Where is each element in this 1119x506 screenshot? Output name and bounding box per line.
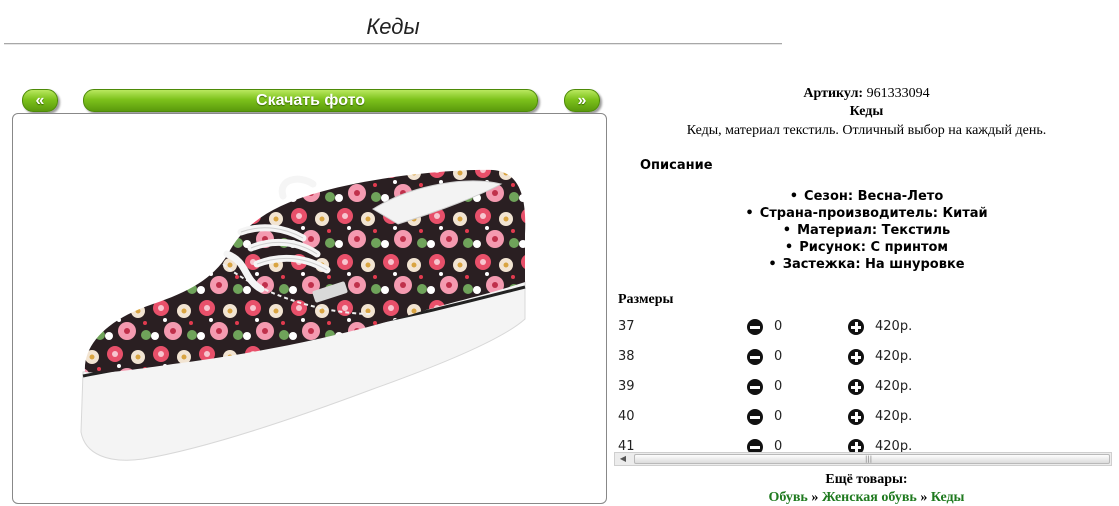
size-quantity: 0 xyxy=(774,379,783,394)
horizontal-scrollbar[interactable]: ◀ ||| xyxy=(614,452,1112,466)
sku-label: Артикул: xyxy=(803,86,864,101)
size-price: 420р. xyxy=(875,319,913,334)
product-photo[interactable] xyxy=(12,113,607,504)
scrollbar-thumb[interactable]: ||| xyxy=(634,454,1110,464)
size-price: 420р. xyxy=(875,409,913,424)
size-row: 39 0 420р. xyxy=(614,373,1112,403)
breadcrumb-separator: » xyxy=(920,490,928,505)
attribute-item: Застежка: На шнуровке xyxy=(614,256,1119,273)
minus-circle-icon[interactable] xyxy=(747,409,763,425)
page-title: Кеды xyxy=(366,14,420,39)
title-divider xyxy=(4,43,782,45)
size-row: 38 0 420р. xyxy=(614,343,1112,373)
attribute-item: Рисунок: С принтом xyxy=(614,239,1119,256)
attribute-item: Сезон: Весна-Лето xyxy=(614,188,1119,205)
breadcrumb-link-sneakers[interactable]: Кеды xyxy=(931,490,965,505)
plus-circle-icon[interactable] xyxy=(848,319,864,335)
breadcrumb-link-footwear[interactable]: Обувь xyxy=(769,490,808,505)
size-value: 40 xyxy=(618,409,635,424)
sneaker-image xyxy=(80,169,526,461)
prev-photo-button[interactable]: « xyxy=(22,89,58,112)
sku-line: Артикул: 961333094 xyxy=(614,86,1119,102)
breadcrumb: Обувь » Женская обувь » Кеды xyxy=(614,490,1119,506)
minus-circle-icon[interactable] xyxy=(747,319,763,335)
more-products-heading: Ещё товары: xyxy=(825,472,908,487)
short-description: Кеды, материал текстиль. Отличный выбор … xyxy=(686,123,1047,138)
attribute-list: Сезон: Весна-Лето Страна-производитель: … xyxy=(614,188,1119,273)
plus-circle-icon[interactable] xyxy=(848,349,864,365)
size-price: 420р. xyxy=(875,439,913,452)
breadcrumb-link-womens-footwear[interactable]: Женская обувь xyxy=(822,490,917,505)
size-price: 420р. xyxy=(875,349,913,364)
next-photo-button[interactable]: » xyxy=(564,89,600,112)
attribute-item: Материал: Текстиль xyxy=(614,222,1119,239)
minus-circle-icon[interactable] xyxy=(747,439,763,452)
size-value: 38 xyxy=(618,349,635,364)
size-row: 37 0 420р. xyxy=(614,313,1112,343)
size-value: 37 xyxy=(618,319,635,334)
product-info: Артикул: 961333094 Кеды Кеды, материал т… xyxy=(614,86,1119,272)
size-quantity: 0 xyxy=(774,319,783,334)
size-value: 39 xyxy=(618,379,635,394)
attribute-item: Страна-производитель: Китай xyxy=(614,205,1119,222)
grip-icon: ||| xyxy=(865,455,873,463)
sizes-table: 37 0 420р. 38 0 420р. 39 0 420р. 40 0 42… xyxy=(614,313,1112,452)
download-photo-button[interactable]: Скачать фото xyxy=(83,89,538,112)
breadcrumb-separator: » xyxy=(811,490,819,505)
sizes-heading: Размеры xyxy=(618,292,674,307)
plus-circle-icon[interactable] xyxy=(848,439,864,452)
minus-circle-icon[interactable] xyxy=(747,349,763,365)
plus-circle-icon[interactable] xyxy=(848,379,864,395)
size-quantity: 0 xyxy=(774,349,783,364)
size-row: 40 0 420р. xyxy=(614,403,1112,433)
size-price: 420р. xyxy=(875,379,913,394)
sku-value: 961333094 xyxy=(866,86,930,101)
size-quantity: 0 xyxy=(774,409,783,424)
size-quantity: 0 xyxy=(774,439,783,452)
size-row: 41 0 420р. xyxy=(614,433,1112,452)
plus-circle-icon[interactable] xyxy=(848,409,864,425)
minus-circle-icon[interactable] xyxy=(747,379,763,395)
scroll-left-icon[interactable]: ◀ xyxy=(616,453,630,465)
product-name: Кеды xyxy=(849,104,884,119)
size-value: 41 xyxy=(618,439,635,452)
description-heading: Описание xyxy=(640,158,713,173)
